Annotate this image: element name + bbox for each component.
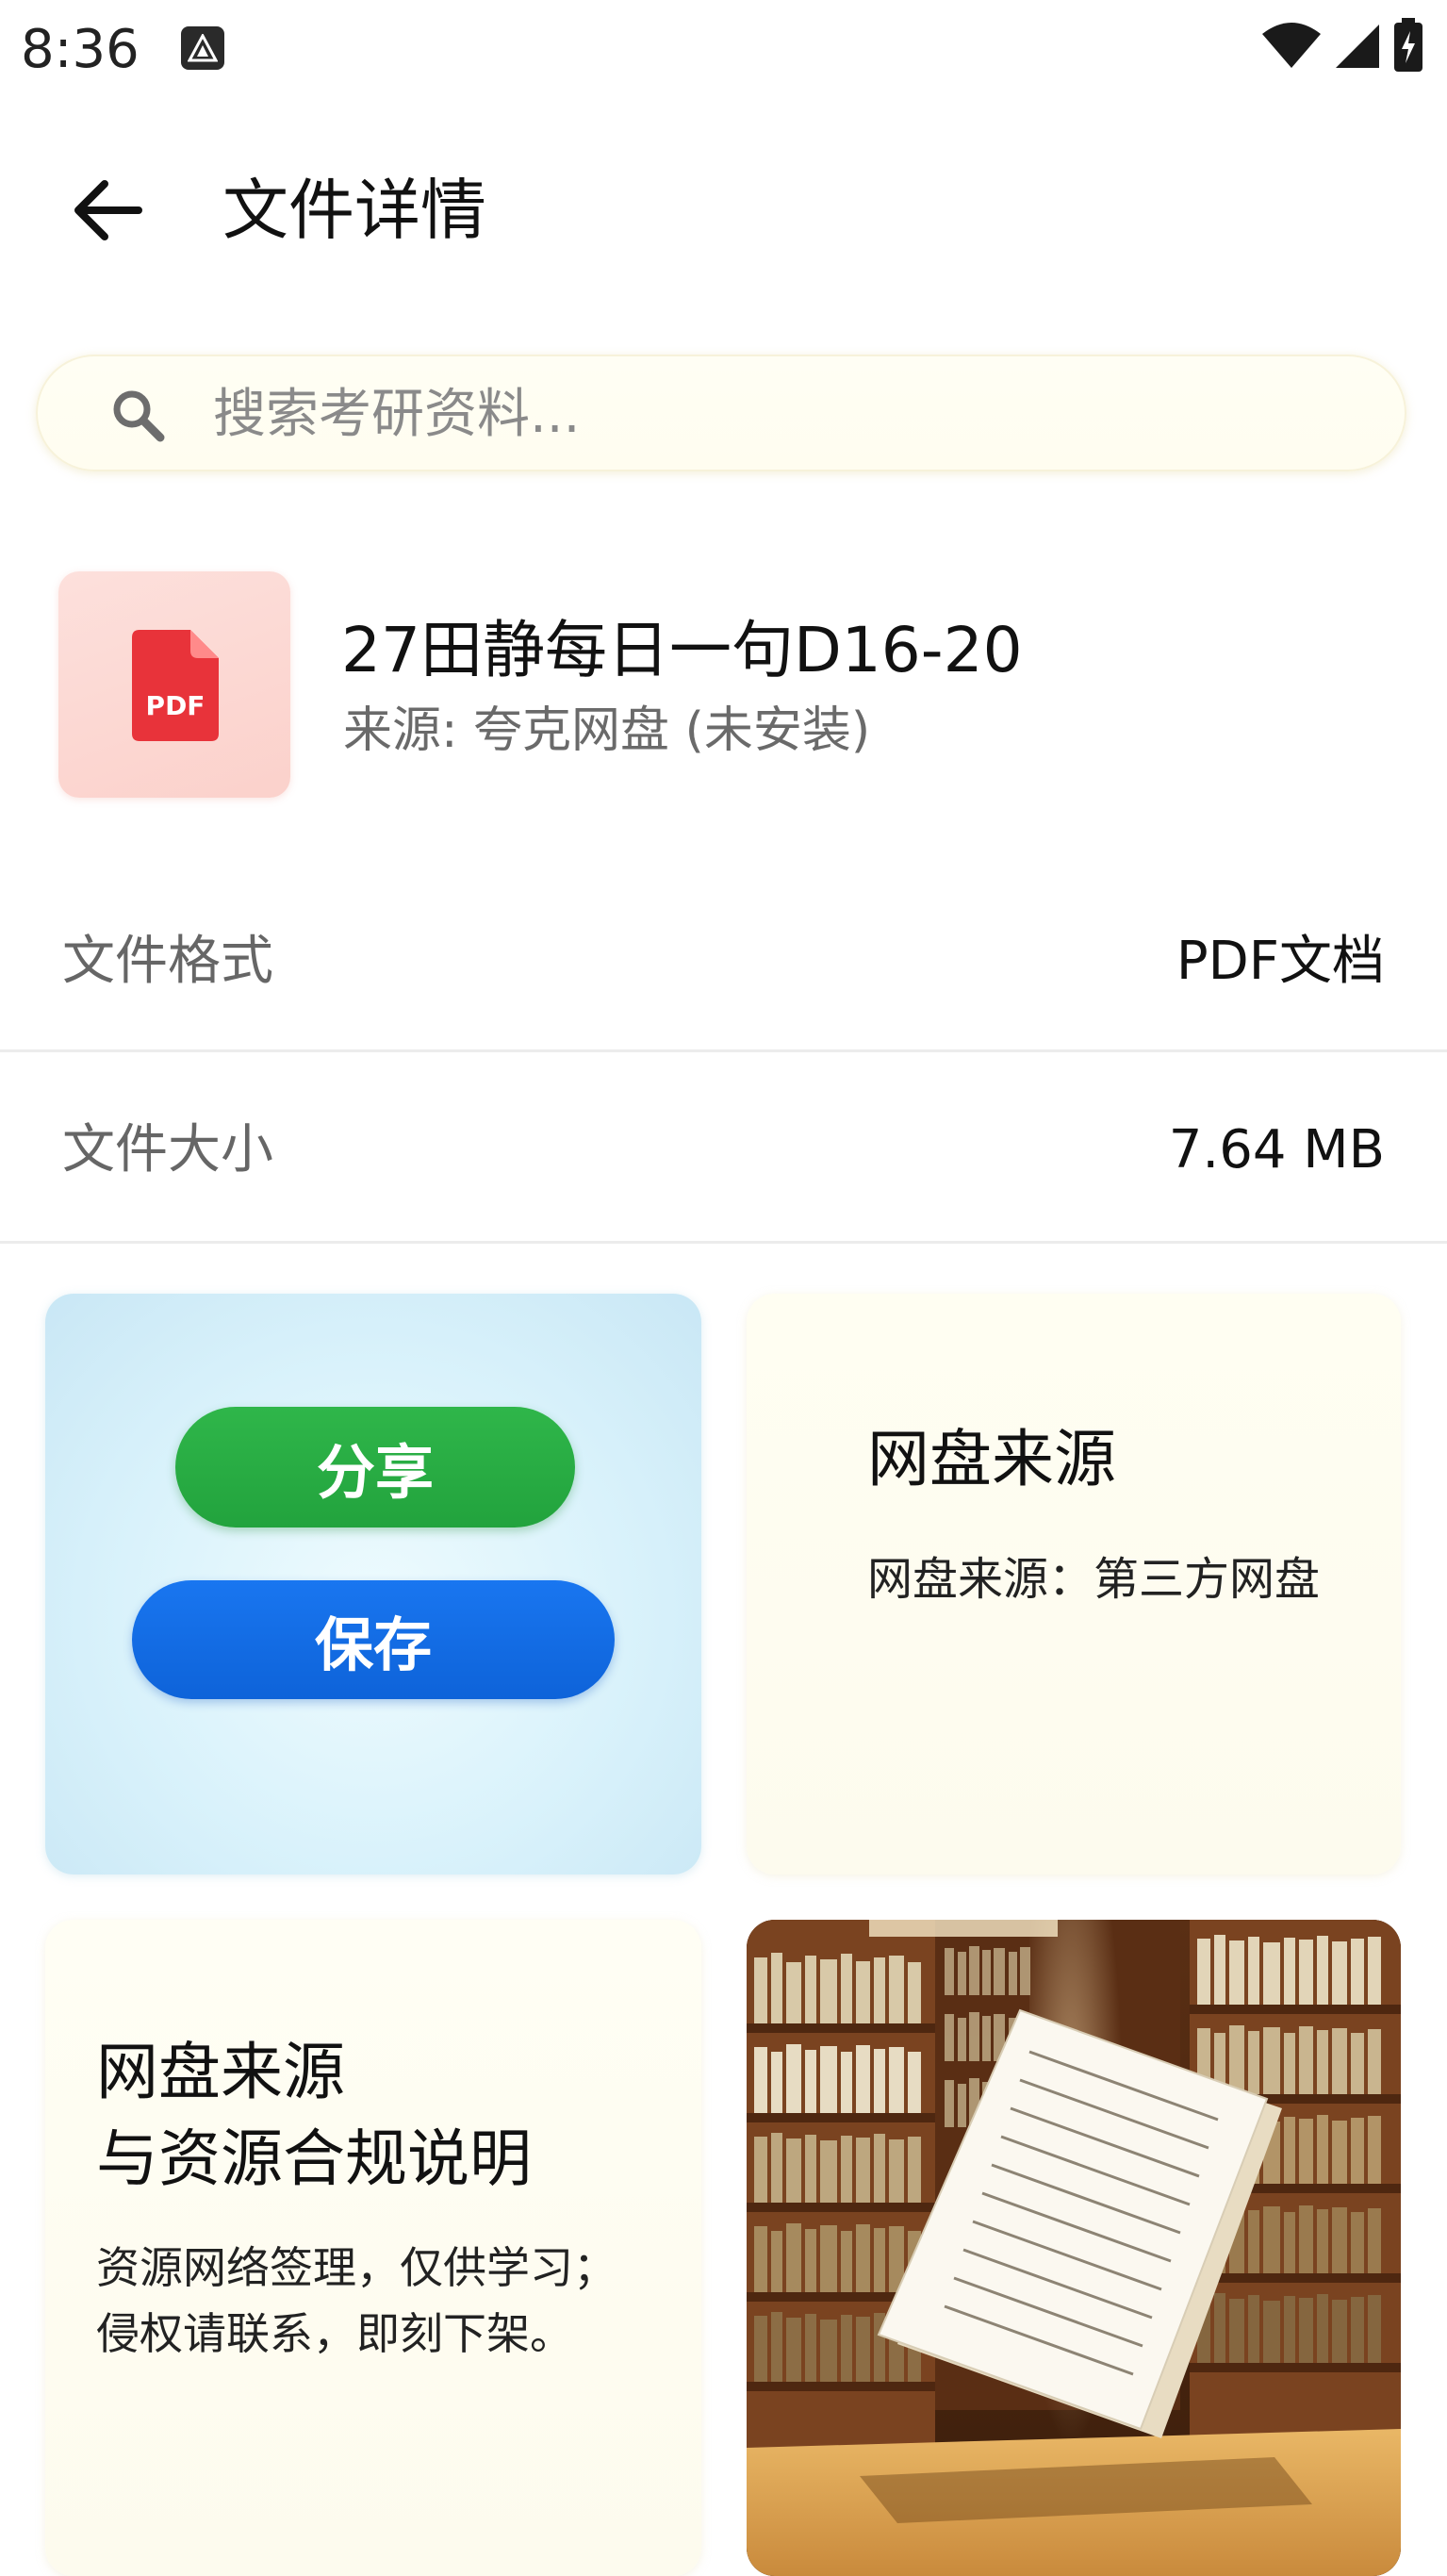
compliance-title-line2: 与资源合规说明 bbox=[96, 2122, 532, 2195]
arrow-left-icon bbox=[71, 179, 142, 245]
signal-icon bbox=[1332, 21, 1383, 74]
page-title: 文件详情 bbox=[222, 172, 486, 249]
battery-icon bbox=[1392, 18, 1424, 76]
source-card-title: 网盘来源 bbox=[867, 1423, 1116, 1495]
compliance-title-line1: 网盘来源 bbox=[96, 2036, 345, 2108]
size-label: 文件大小 bbox=[62, 1119, 273, 1181]
compliance-text-line2: 侵权请联系，即刻下架。 bbox=[96, 2308, 573, 2359]
app-notification-icon bbox=[181, 26, 224, 70]
search-icon bbox=[109, 387, 166, 443]
divider bbox=[0, 1049, 1447, 1052]
format-value: PDF文档 bbox=[1176, 931, 1385, 992]
save-button[interactable]: 保存 bbox=[132, 1580, 615, 1699]
pdf-icon-label: PDF bbox=[146, 690, 206, 721]
status-time: 8:36 bbox=[21, 19, 140, 80]
source-card[interactable]: 网盘来源 网盘来源：第三方网盘 bbox=[747, 1294, 1401, 1874]
format-label: 文件格式 bbox=[62, 931, 273, 992]
library-illustration bbox=[747, 1920, 1401, 2576]
wifi-icon bbox=[1260, 21, 1323, 74]
source-card-text: 网盘来源：第三方网盘 bbox=[867, 1553, 1321, 1606]
size-value: 7.64 MB bbox=[1168, 1119, 1385, 1181]
actions-card: 分享 保存 bbox=[45, 1294, 701, 1874]
file-name: 27田静每日一句D16-20 bbox=[341, 614, 1023, 686]
file-icon-container: PDF bbox=[58, 571, 290, 798]
divider bbox=[0, 1241, 1447, 1244]
search-input[interactable] bbox=[211, 375, 1346, 453]
info-row-format: 文件格式 PDF文档 bbox=[0, 867, 1447, 1056]
compliance-card[interactable]: 网盘来源 与资源合规说明 资源网络签理，仅供学习； 侵权请联系，即刻下架。 bbox=[45, 1920, 701, 2576]
file-source: 来源: 夸克网盘 (未安装) bbox=[343, 702, 871, 759]
status-bar: 8:36 bbox=[0, 0, 1447, 99]
share-button[interactable]: 分享 bbox=[175, 1407, 575, 1527]
info-row-size: 文件大小 7.64 MB bbox=[0, 1056, 1447, 1245]
library-image bbox=[747, 1920, 1401, 2576]
back-button[interactable] bbox=[64, 170, 149, 255]
compliance-text-line1: 资源网络签理，仅供学习； bbox=[96, 2242, 617, 2293]
